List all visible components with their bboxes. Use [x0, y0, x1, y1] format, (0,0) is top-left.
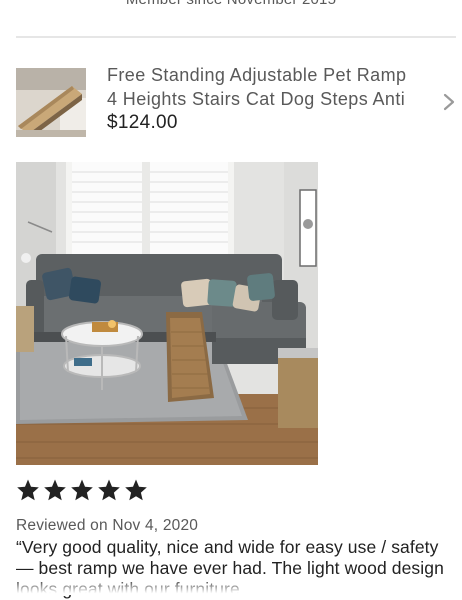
- product-title[interactable]: Free Standing Adjustable Pet Ramp 4 Heig…: [107, 63, 437, 111]
- living-room-photo-image: [16, 162, 318, 465]
- star-icon: [44, 479, 66, 501]
- chevron-right-icon[interactable]: [441, 91, 457, 113]
- section-divider: [16, 36, 456, 38]
- review-date: Reviewed on Nov 4, 2020: [16, 517, 199, 534]
- pet-ramp-thumbnail-image: [16, 68, 86, 137]
- review-photo[interactable]: [16, 162, 318, 465]
- star-icon: [125, 479, 147, 501]
- product-title-line-2: 4 Heights Stairs Cat Dog Steps Anti: [107, 89, 406, 109]
- star-rating: [16, 478, 148, 506]
- star-icon: [98, 479, 120, 501]
- product-price: $124.00: [107, 112, 178, 133]
- product-title-line-1: Free Standing Adjustable Pet Ramp: [107, 65, 407, 85]
- star-icon: [17, 479, 39, 501]
- scroll-fade: [0, 578, 462, 595]
- purchased-item-link[interactable]: Free Standing Adjustable Pet Ramp 4 Heig…: [0, 54, 462, 150]
- member-since-text: Member since November 2015: [0, 0, 462, 8]
- product-thumbnail[interactable]: [16, 68, 86, 137]
- star-icon: [71, 479, 93, 501]
